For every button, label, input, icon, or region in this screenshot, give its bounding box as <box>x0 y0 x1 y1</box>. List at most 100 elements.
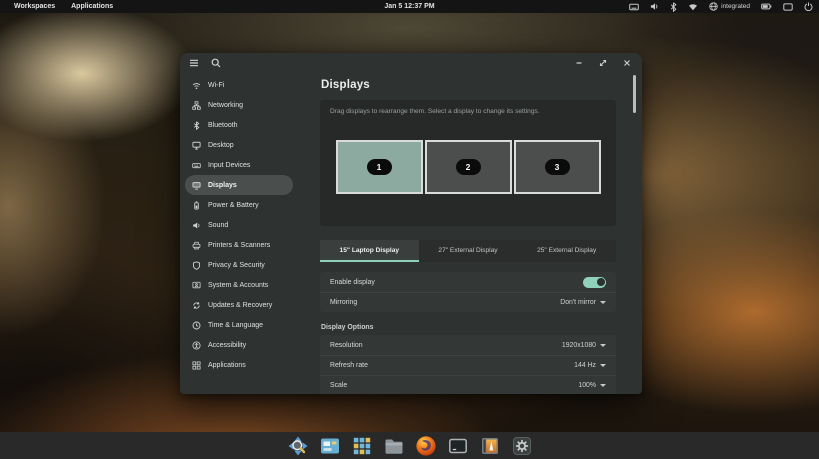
sidebar-item-bluetooth[interactable]: Bluetooth <box>185 115 293 135</box>
photos-icon <box>479 435 501 457</box>
monitor-3-badge: 3 <box>545 159 570 175</box>
enable-display-label: Enable display <box>330 279 375 286</box>
sidebar-item-printers[interactable]: Printers & Scanners <box>185 235 293 255</box>
tab-external-display-25[interactable]: 25" External Display <box>517 240 616 262</box>
scale-row: Scale 100% <box>320 375 616 394</box>
settings-sidebar: Wi-Fi Networking Bluetooth Desktop Input… <box>180 73 310 394</box>
folder-icon <box>383 435 405 457</box>
monitor-3[interactable]: 3 <box>514 140 601 194</box>
chevron-down-icon <box>600 364 606 367</box>
wifi-icon[interactable] <box>688 3 698 11</box>
display-options-header: Display Options <box>321 324 616 331</box>
resolution-label: Resolution <box>330 342 363 349</box>
menu-icon[interactable] <box>189 59 199 67</box>
battery-icon <box>192 201 201 210</box>
general-settings-card: Enable display Mirroring Don't mirror <box>320 272 616 312</box>
dock <box>0 432 819 459</box>
sidebar-item-power-battery[interactable]: Power & Battery <box>185 195 293 215</box>
sidebar-item-system-accounts[interactable]: System & Accounts <box>185 275 293 295</box>
monitor-1-badge: 1 <box>367 159 392 175</box>
mirroring-row: Mirroring Don't mirror <box>320 292 616 312</box>
arrangement-hint: Drag displays to rearrange them. Select … <box>330 108 606 115</box>
clock-icon <box>192 321 201 330</box>
power-icon[interactable] <box>804 2 813 11</box>
minimize-button[interactable] <box>573 57 585 69</box>
monitor-1[interactable]: 1 <box>336 140 423 194</box>
globe-icon <box>709 2 718 11</box>
firefox-icon <box>415 435 437 457</box>
bluetooth-icon[interactable] <box>670 2 677 12</box>
dock-item-multitasking[interactable] <box>318 434 341 457</box>
mirroring-dropdown[interactable]: Don't mirror <box>560 299 606 306</box>
tab-laptop-display[interactable]: 15" Laptop Display <box>320 240 419 262</box>
sidebar-item-time-language[interactable]: Time & Language <box>185 315 293 335</box>
enable-display-toggle[interactable] <box>583 277 606 288</box>
sidebar-item-desktop[interactable]: Desktop <box>185 135 293 155</box>
refresh-icon <box>192 301 201 310</box>
multitasking-icon <box>319 435 341 457</box>
displays-icon <box>192 181 201 190</box>
bluetooth-icon <box>192 121 201 130</box>
dock-item-terminal[interactable] <box>446 434 469 457</box>
sidebar-item-wifi[interactable]: Wi-Fi <box>185 75 293 95</box>
sidebar-item-sound[interactable]: Sound <box>185 215 293 235</box>
sidebar-item-applications[interactable]: Applications <box>185 355 293 375</box>
dock-item-firefox[interactable] <box>414 434 437 457</box>
scrollbar-thumb[interactable] <box>633 75 636 113</box>
sidebar-item-networking[interactable]: Networking <box>185 95 293 115</box>
app-launcher-icon <box>351 435 373 457</box>
app-grid-icon <box>192 361 201 370</box>
top-panel: Workspaces Applications Jan 5 12:37 PM i… <box>0 0 819 13</box>
dock-item-files[interactable] <box>382 434 405 457</box>
headerbar[interactable] <box>180 53 642 73</box>
clock[interactable]: Jan 5 12:37 PM <box>384 3 434 10</box>
display-options-card: Resolution 1920x1080 Refresh rate 144 Hz… <box>320 335 616 394</box>
volume-icon[interactable] <box>650 2 659 11</box>
mirroring-label: Mirroring <box>330 299 357 306</box>
sidebar-item-accessibility[interactable]: Accessibility <box>185 335 293 355</box>
chevron-down-icon <box>600 344 606 347</box>
scale-dropdown[interactable]: 100% <box>578 382 606 389</box>
zoom-tool-icon <box>287 435 309 457</box>
displays-pane: Displays Drag displays to rearrange them… <box>310 73 642 394</box>
display-tabs: 15" Laptop Display 27" External Display … <box>320 240 616 262</box>
chevron-down-icon <box>600 384 606 387</box>
monitor-layout: 1 2 3 <box>330 140 606 194</box>
display-arrangement-panel: Drag displays to rearrange them. Select … <box>320 100 616 226</box>
keyboard-layout-icon[interactable] <box>629 3 639 11</box>
dock-item-app-launcher[interactable] <box>350 434 373 457</box>
maximize-button[interactable] <box>597 57 609 69</box>
monitor-2[interactable]: 2 <box>425 140 512 194</box>
monitor-2-badge: 2 <box>456 159 481 175</box>
accessibility-icon <box>192 341 201 350</box>
network-indicator[interactable]: integrated <box>709 2 750 11</box>
close-button[interactable] <box>621 57 633 69</box>
notifications-icon[interactable] <box>783 3 793 11</box>
sidebar-item-displays[interactable]: Displays <box>185 175 293 195</box>
resolution-dropdown[interactable]: 1920x1080 <box>562 342 606 349</box>
gear-icon <box>511 435 533 457</box>
sidebar-item-input-devices[interactable]: Input Devices <box>185 155 293 175</box>
dock-item-settings[interactable] <box>510 434 533 457</box>
resolution-row: Resolution 1920x1080 <box>320 335 616 355</box>
desktop: { "colors": { "accent": "#8fd1bb", "moni… <box>0 0 819 459</box>
workspaces-menu[interactable]: Workspaces <box>6 0 63 13</box>
refresh-rate-dropdown[interactable]: 144 Hz <box>574 362 606 369</box>
sidebar-item-updates[interactable]: Updates & Recovery <box>185 295 293 315</box>
refresh-rate-row: Refresh rate 144 Hz <box>320 355 616 375</box>
battery-icon[interactable] <box>761 3 772 10</box>
shield-icon <box>192 261 201 270</box>
speaker-icon <box>192 221 201 230</box>
dock-item-zoom-tool[interactable] <box>286 434 309 457</box>
tab-external-display-27[interactable]: 27" External Display <box>419 240 518 262</box>
printer-icon <box>192 241 201 250</box>
desktop-icon <box>192 141 201 150</box>
dock-item-photos[interactable] <box>478 434 501 457</box>
terminal-icon <box>447 435 469 457</box>
applications-menu[interactable]: Applications <box>63 0 121 13</box>
sidebar-item-privacy[interactable]: Privacy & Security <box>185 255 293 275</box>
scale-label: Scale <box>330 382 347 389</box>
wifi-icon <box>192 81 201 90</box>
search-icon[interactable] <box>211 58 221 68</box>
chevron-down-icon <box>600 301 606 304</box>
